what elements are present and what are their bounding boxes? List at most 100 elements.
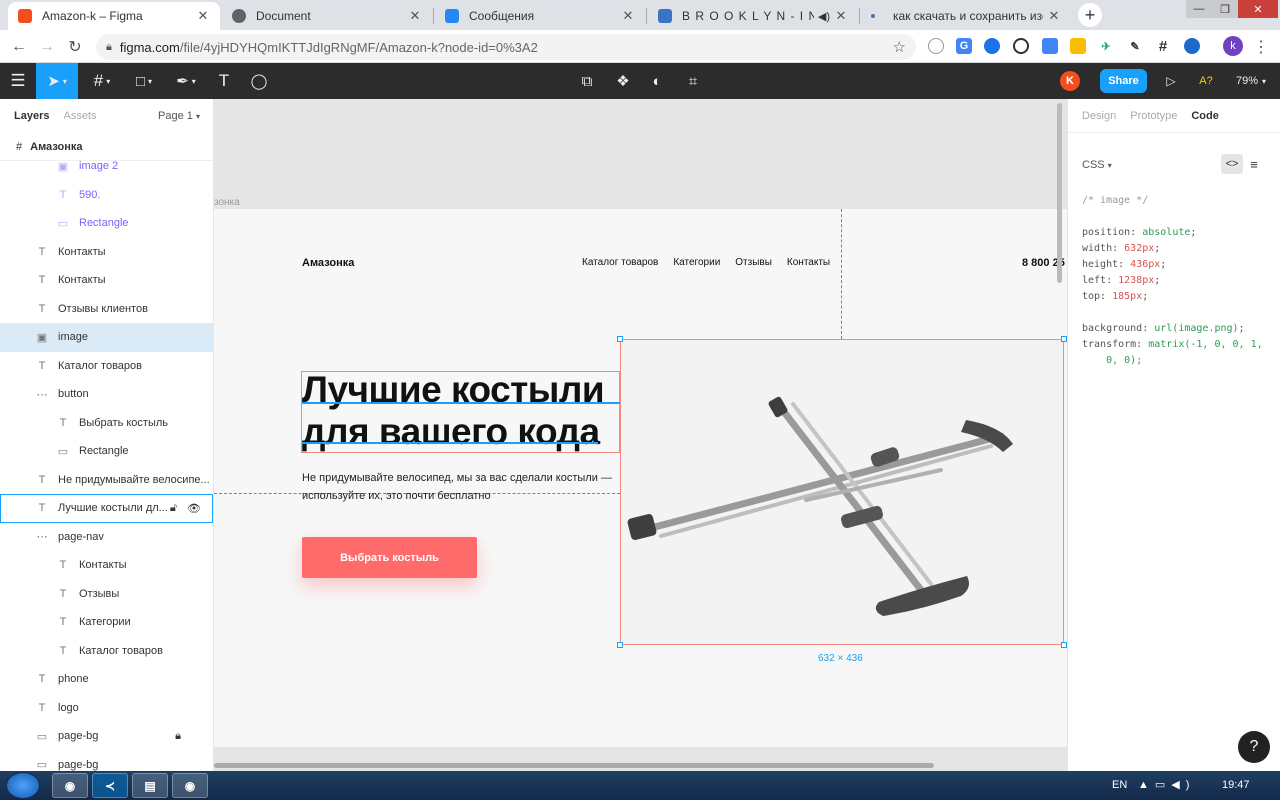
help-button[interactable]: ? xyxy=(1238,731,1270,763)
pen-tool-icon[interactable]: ✒ ▾ xyxy=(166,63,206,99)
code-language-select[interactable]: CSS ▾ xyxy=(1082,159,1112,171)
layer-row[interactable]: ⋯ page-nav xyxy=(0,523,213,552)
layer-row[interactable]: T Выбрать костыль xyxy=(0,409,213,438)
layer-row[interactable]: T Отзывы xyxy=(0,580,213,609)
close-icon[interactable]: ✕ xyxy=(408,8,422,24)
block-ext-icon[interactable] xyxy=(1013,38,1029,54)
speaker-icon[interactable]: ◀) xyxy=(818,10,830,23)
lock-icon[interactable]: 🔒︎ xyxy=(175,730,181,743)
move-tool-icon[interactable]: ➤ ▾ xyxy=(36,63,78,99)
horizontal-scrollbar[interactable] xyxy=(214,763,934,768)
layer-row[interactable]: T Лучшие костыли дл... 🔓︎ 👁︎ xyxy=(0,494,213,523)
site-logo[interactable]: Амазонка xyxy=(302,257,354,269)
layer-row[interactable]: Tphone xyxy=(0,665,213,694)
profile-avatar[interactable]: k xyxy=(1223,36,1243,56)
crutches-image[interactable] xyxy=(620,339,1064,645)
layer-row[interactable]: T Контакты xyxy=(0,238,213,267)
tab-design[interactable]: Design xyxy=(1082,110,1116,122)
back-icon[interactable]: ← xyxy=(8,36,30,58)
system-tray-icons[interactable]: ▲▭◀) xyxy=(1138,778,1195,791)
menu-dots-icon[interactable]: ⋮ xyxy=(1250,36,1272,58)
yellow-ext-icon[interactable] xyxy=(1070,38,1086,54)
share-button[interactable]: Share xyxy=(1100,69,1147,93)
drive-ext-icon[interactable] xyxy=(984,38,1000,54)
shape-tool-icon[interactable]: □ ▾ xyxy=(124,63,164,99)
forward-icon[interactable]: → xyxy=(36,36,58,58)
close-icon[interactable]: ✕ xyxy=(621,8,635,24)
hamburger-menu-icon[interactable]: ☰ xyxy=(0,63,36,99)
keyboard-language[interactable]: EN xyxy=(1112,779,1127,791)
resize-handle[interactable] xyxy=(617,336,623,342)
assist-label[interactable]: A? xyxy=(1194,63,1218,99)
tab-prototype[interactable]: Prototype xyxy=(1130,110,1177,122)
layer-row[interactable]: ▭ page-bg 🔒︎ xyxy=(0,722,213,751)
layer-row[interactable]: T Каталог товаров xyxy=(0,352,213,381)
tab-layers[interactable]: Layers xyxy=(14,110,49,122)
close-icon[interactable]: ✕ xyxy=(196,8,210,24)
windows-start-icon[interactable] xyxy=(6,772,40,799)
tab-document[interactable]: Document ✕ xyxy=(222,2,432,30)
layer-row[interactable]: ▭ page-bg xyxy=(0,751,213,771)
tab-brooklyn[interactable]: B R O O K L Y N - I Never Fel ◀) ✕ xyxy=(648,2,858,30)
layer-row[interactable]: T Категории xyxy=(0,608,213,637)
resize-handle[interactable] xyxy=(617,642,623,648)
design-frame[interactable]: Амазонка Каталог товаров Категории Отзыв… xyxy=(214,209,1067,747)
user-avatar[interactable]: K xyxy=(1060,71,1080,91)
nav-item[interactable]: Каталог товаров xyxy=(582,257,658,268)
list-view-icon[interactable]: ≡ xyxy=(1246,154,1262,174)
grid-ext-icon[interactable]: # xyxy=(1155,38,1171,55)
layer-row[interactable]: T Каталог товаров xyxy=(0,637,213,666)
zoom-level[interactable]: 79% ▾ xyxy=(1236,63,1266,99)
minimize-icon[interactable]: — xyxy=(1186,0,1212,18)
code-view-icon[interactable]: <> xyxy=(1221,154,1243,174)
tab-search[interactable]: как скачать и сохранить изобра ✕ xyxy=(861,2,1071,30)
layer-row[interactable]: ▭ Rectangle xyxy=(0,209,213,238)
bird-ext-icon[interactable]: ✈ xyxy=(1098,38,1114,54)
close-icon[interactable]: ✕ xyxy=(1047,8,1061,24)
tab-messages[interactable]: Сообщения ✕ xyxy=(435,2,645,30)
vertical-scrollbar[interactable] xyxy=(1057,103,1062,283)
new-tab-button[interactable]: + xyxy=(1078,3,1102,27)
present-icon[interactable]: ▷ xyxy=(1160,63,1182,99)
layer-row[interactable]: ▭ Rectangle xyxy=(0,437,213,466)
eye-icon[interactable]: 👁︎ xyxy=(187,502,201,515)
layer-row[interactable]: T Не придумывайте велосипе... xyxy=(0,466,213,495)
hero-cta-button[interactable]: Выбрать костыль xyxy=(302,537,477,578)
tab-assets[interactable]: Assets xyxy=(63,110,96,122)
hero-subtitle[interactable]: Не придумывайте велосипед, мы за вас сде… xyxy=(302,469,632,505)
close-icon[interactable]: ✕ xyxy=(834,8,848,24)
unlock-icon[interactable]: 🔓︎ xyxy=(170,502,177,515)
site-nav[interactable]: Каталог товаров Категории Отзывы Контакт… xyxy=(582,257,830,268)
comment-tool-icon[interactable]: ◯ xyxy=(244,63,274,99)
canvas[interactable]: зонка Амазонка Каталог товаров Категории… xyxy=(214,99,1067,771)
layer-row[interactable]: ⋯ button xyxy=(0,380,213,409)
address-bar[interactable]: 🔒︎ figma.com/file/4yjHDYHQmIKTTJdIgRNgMF… xyxy=(96,34,916,60)
nav-item[interactable]: Отзывы xyxy=(735,257,772,268)
layer-row[interactable]: T Отзывы клиентов xyxy=(0,295,213,324)
star-icon[interactable]: ☆ xyxy=(893,38,906,56)
css-code-block[interactable]: /* image */ position: absolute; width: 6… xyxy=(1082,193,1263,369)
globe-ext-icon[interactable] xyxy=(928,38,944,54)
clock[interactable]: 19:47 xyxy=(1222,779,1250,791)
tab-figma[interactable]: Amazon-k – Figma ✕ xyxy=(8,2,220,30)
chrome-canary-taskbar-icon[interactable]: ◉ xyxy=(172,773,208,798)
text-tool-icon[interactable]: T xyxy=(210,63,238,99)
nav-item[interactable]: Контакты xyxy=(787,257,830,268)
wave-ext-icon[interactable] xyxy=(1184,38,1200,54)
folder-taskbar-icon[interactable]: ▤ xyxy=(132,773,168,798)
screenshot-ext-icon[interactable] xyxy=(1042,38,1058,54)
layer-row[interactable]: T Контакты xyxy=(0,551,213,580)
component-icon[interactable]: ❖ xyxy=(610,63,636,99)
crop-icon[interactable]: ⌗ xyxy=(680,63,706,99)
nav-item[interactable]: Категории xyxy=(673,257,720,268)
page-selector[interactable]: Page 1 ▾ xyxy=(158,110,200,122)
chrome-taskbar-icon[interactable]: ◉ xyxy=(52,773,88,798)
boolean-icon[interactable]: ◐ xyxy=(644,63,670,99)
tab-code[interactable]: Code xyxy=(1191,110,1219,122)
vscode-taskbar-icon[interactable]: ≺ xyxy=(92,773,128,798)
translate-ext-icon[interactable]: G xyxy=(956,38,972,54)
mask-icon[interactable]: ⧉ xyxy=(574,63,600,99)
frame-tool-icon[interactable]: # ▾ xyxy=(82,63,122,99)
frame-name-label[interactable]: зонка xyxy=(214,197,240,208)
pen-ext-icon[interactable]: ✎ xyxy=(1127,38,1143,54)
